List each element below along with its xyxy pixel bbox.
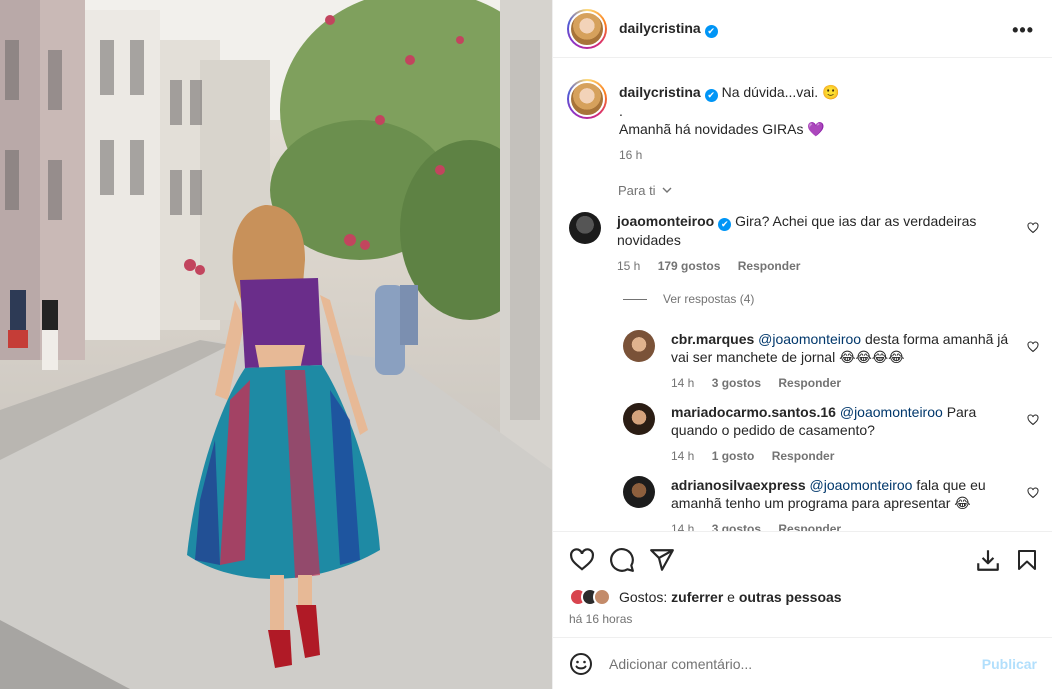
author-username[interactable]: dailycristina ✔ <box>619 20 718 38</box>
likes-conjunction: e <box>727 589 735 605</box>
reply-reply-button[interactable]: Responder <box>778 522 841 531</box>
reply-avatar[interactable] <box>623 330 655 362</box>
caption-line-1: Na dúvida...vai. 🙂 <box>721 84 840 100</box>
caption-time[interactable]: 16 h <box>619 148 642 162</box>
chevron-down-icon <box>662 187 672 193</box>
reply-username[interactable]: adrianosilvaexpress <box>671 477 806 493</box>
post-caption: dailycristina ✔ Na dúvida...vai. 🙂 . Aman… <box>567 79 1037 164</box>
reply-avatar[interactable] <box>623 403 655 435</box>
reply-item: mariadocarmo.santos.16 @joaomonteiroo Pa… <box>623 403 1011 465</box>
comment-time[interactable]: 15 h <box>617 259 640 273</box>
reply-avatar[interactable] <box>623 476 655 508</box>
comment-item: joaomonteiroo ✔ Gira? Achei que ias dar a… <box>569 212 997 275</box>
comment-sort-label: Para ti <box>618 183 656 198</box>
caption-line-2: . <box>619 103 623 119</box>
comment-reply-button[interactable]: Responder <box>738 259 801 273</box>
view-replies-divider <box>623 298 647 300</box>
liker-avatar[interactable] <box>593 588 611 606</box>
comment-likes[interactable]: 179 gostos <box>658 259 721 273</box>
view-replies-label: Ver respostas (4) <box>663 292 755 306</box>
reply-mention[interactable]: @joaomonteiroo <box>810 477 913 493</box>
comment-username[interactable]: joaomonteiroo <box>617 213 714 229</box>
post-actions: Gostos: zuferrer e outras pessoas há 16 … <box>553 531 1052 637</box>
post-image-illustration <box>0 0 552 689</box>
verified-badge-icon: ✔ <box>704 89 718 102</box>
view-replies-button[interactable]: Ver respostas (4) <box>623 292 754 306</box>
caption-line-3: Amanhã há novidades GIRAs 💜 <box>619 121 825 137</box>
reply-likes[interactable]: 3 gostos <box>712 376 761 390</box>
likes-summary: Gostos: zuferrer e outras pessoas <box>569 588 842 606</box>
emoji-icon[interactable] <box>569 652 593 676</box>
author-avatar[interactable] <box>567 8 607 49</box>
download-icon[interactable] <box>975 547 1001 573</box>
comment-avatar[interactable] <box>569 212 601 244</box>
publish-button[interactable]: Publicar <box>982 656 1037 672</box>
reply-item: cbr.marques @joaomonteiroo desta forma a… <box>623 330 1011 392</box>
reply-reply-button[interactable]: Responder <box>772 449 835 463</box>
post-header: dailycristina ✔ ••• <box>553 0 1052 58</box>
bookmark-icon[interactable] <box>1015 547 1039 573</box>
comments-list[interactable]: dailycristina ✔ Na dúvida...vai. 🙂 . Aman… <box>553 59 1052 531</box>
reply-username[interactable]: cbr.marques <box>671 331 754 347</box>
caption-username[interactable]: dailycristina <box>619 84 701 100</box>
comment-like-heart-icon[interactable] <box>1027 222 1039 234</box>
more-options-icon[interactable]: ••• <box>1012 20 1034 41</box>
reply-reply-button[interactable]: Responder <box>778 376 841 390</box>
add-comment-input[interactable] <box>609 655 959 672</box>
comment-sort-dropdown[interactable]: Para ti <box>618 183 673 198</box>
likes-prefix: Gostos: <box>619 589 668 605</box>
verified-badge-icon: ✔ <box>704 24 718 38</box>
reply-mention[interactable]: @joaomonteiroo <box>840 404 943 420</box>
post-time-ago[interactable]: há 16 horas <box>569 612 632 626</box>
add-comment-bar: Publicar <box>553 637 1052 689</box>
liker-username[interactable]: zuferrer <box>671 589 723 605</box>
post-side-panel: dailycristina ✔ ••• dailycristina ✔ Na dúv… <box>552 0 1052 689</box>
reply-likes[interactable]: 3 gostos <box>712 522 761 531</box>
reply-like-heart-icon[interactable] <box>1027 341 1039 353</box>
share-icon[interactable] <box>649 547 675 573</box>
reply-like-heart-icon[interactable] <box>1027 414 1039 426</box>
caption-avatar[interactable] <box>567 79 607 119</box>
reply-likes[interactable]: 1 gosto <box>712 449 755 463</box>
reply-time[interactable]: 14 h <box>671 522 694 531</box>
reply-mention[interactable]: @joaomonteiroo <box>758 331 861 347</box>
post-photo[interactable] <box>0 0 552 689</box>
reply-like-heart-icon[interactable] <box>1027 487 1039 499</box>
author-username-text[interactable]: dailycristina <box>619 20 701 36</box>
verified-badge-icon: ✔ <box>718 218 732 231</box>
reply-item: adrianosilvaexpress @joaomonteiroo fala … <box>623 476 1011 531</box>
comment-icon[interactable] <box>609 547 635 573</box>
reply-time[interactable]: 14 h <box>671 449 694 463</box>
reply-username[interactable]: mariadocarmo.santos.16 <box>671 404 836 420</box>
reply-time[interactable]: 14 h <box>671 376 694 390</box>
likes-others-link[interactable]: outras pessoas <box>739 589 842 605</box>
heart-icon[interactable] <box>569 547 595 573</box>
